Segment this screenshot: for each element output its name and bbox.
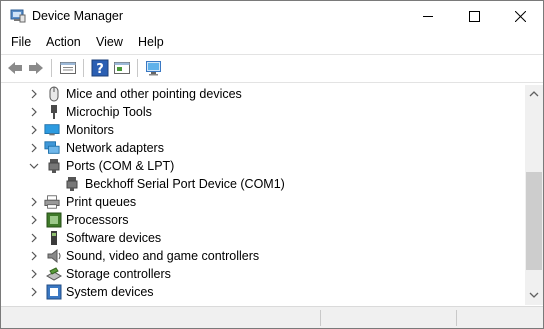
tree-item-processors[interactable]: Processors <box>1 211 521 229</box>
menu-help[interactable]: Help <box>138 35 164 49</box>
close-button[interactable] <box>497 1 543 31</box>
chevron-right-icon[interactable] <box>29 269 39 279</box>
minimize-icon <box>422 15 433 17</box>
chevron-right-icon[interactable] <box>29 251 39 261</box>
update-driver-icon[interactable] <box>113 59 131 77</box>
tree-item-print-queues[interactable]: Print queues <box>1 193 521 211</box>
menu-view[interactable]: View <box>96 35 123 49</box>
processor-icon <box>46 212 62 228</box>
close-icon <box>514 10 526 22</box>
chevron-right-icon[interactable] <box>29 287 39 297</box>
toolbar-separator <box>51 59 52 77</box>
toolbar-separator <box>83 59 84 77</box>
scan-hardware-icon[interactable] <box>145 59 163 77</box>
properties-view-icon[interactable] <box>59 59 77 77</box>
device-manager-window: Device Manager File Action View Help ? M… <box>0 0 544 329</box>
chevron-right-icon[interactable] <box>29 233 39 243</box>
tree-item-label: Processors <box>66 213 129 227</box>
tree-item-label: System devices <box>66 285 154 299</box>
tree-item-monitors[interactable]: Monitors <box>1 121 521 139</box>
chevron-right-icon[interactable] <box>29 215 39 225</box>
usb-tool-icon <box>51 105 57 119</box>
toolbar-separator <box>137 59 138 77</box>
tree-item-label: Microchip Tools <box>66 105 152 119</box>
help-icon[interactable]: ? <box>91 59 109 77</box>
status-separator <box>320 310 321 326</box>
monitor-icon <box>44 124 60 136</box>
chevron-down-icon[interactable] <box>29 161 39 171</box>
tree-item-label: Monitors <box>66 123 114 137</box>
status-bar <box>1 306 543 328</box>
chevron-right-icon[interactable] <box>29 89 39 99</box>
tree-item-label: Software devices <box>66 231 162 245</box>
speaker-icon <box>47 248 61 264</box>
tree-item-system-devices[interactable]: System devices <box>1 283 521 301</box>
menu-bar: File Action View Help <box>1 31 543 53</box>
maximize-icon <box>468 10 480 22</box>
svg-text:?: ? <box>96 62 104 77</box>
tree-item-beckhoff-serial-port[interactable]: Beckhoff Serial Port Device (COM1) <box>1 175 521 193</box>
system-device-icon <box>46 284 62 300</box>
tree-item-label: Sound, video and game controllers <box>66 249 260 263</box>
scroll-up-arrow-icon[interactable] <box>529 90 539 98</box>
device-manager-icon <box>10 9 26 23</box>
status-separator <box>456 310 457 326</box>
tree-item-label: Mice and other pointing devices <box>66 87 242 101</box>
menu-action[interactable]: Action <box>46 35 81 49</box>
mouse-icon <box>49 86 59 102</box>
tree-item-sound-video[interactable]: Sound, video and game controllers <box>1 247 521 265</box>
tree-item-label: Beckhoff Serial Port Device (COM1) <box>85 177 285 191</box>
maximize-button[interactable] <box>451 1 497 31</box>
tree-item-label: Ports (COM & LPT) <box>66 159 175 173</box>
tree-item-microchip-tools[interactable]: Microchip Tools <box>1 103 521 121</box>
scrollbar-thumb[interactable] <box>526 172 542 270</box>
vertical-scrollbar[interactable] <box>525 85 543 305</box>
software-device-icon <box>51 231 57 245</box>
chevron-right-icon[interactable] <box>29 143 39 153</box>
minimize-button[interactable] <box>405 1 451 31</box>
chevron-right-icon[interactable] <box>29 125 39 135</box>
tree-item-label: Network adapters <box>66 141 164 155</box>
tree-item-network-adapters[interactable]: Network adapters <box>1 139 521 157</box>
title-bar[interactable]: Device Manager <box>1 1 543 31</box>
tree-item-mice[interactable]: Mice and other pointing devices <box>1 85 521 103</box>
back-arrow-icon[interactable] <box>6 59 24 77</box>
toolbar: ? <box>1 54 543 83</box>
storage-controller-icon <box>46 267 62 281</box>
scroll-down-arrow-icon[interactable] <box>529 291 539 299</box>
menu-file[interactable]: File <box>11 35 31 49</box>
window-title: Device Manager <box>32 9 124 23</box>
device-tree[interactable]: Mice and other pointing devices Microchi… <box>1 85 525 307</box>
tree-item-label: Storage controllers <box>66 267 171 281</box>
chevron-right-icon[interactable] <box>29 197 39 207</box>
tree-item-ports[interactable]: Ports (COM & LPT) <box>1 157 521 175</box>
tree-item-storage-controllers[interactable]: Storage controllers <box>1 265 521 283</box>
tree-item-label: Print queues <box>66 195 137 209</box>
tree-item-software-devices[interactable]: Software devices <box>1 229 521 247</box>
printer-icon <box>44 195 60 209</box>
forward-arrow-icon[interactable] <box>27 59 45 77</box>
port-icon <box>66 177 78 191</box>
network-adapter-icon <box>44 141 60 154</box>
chevron-right-icon[interactable] <box>29 107 39 117</box>
port-icon <box>48 159 60 173</box>
